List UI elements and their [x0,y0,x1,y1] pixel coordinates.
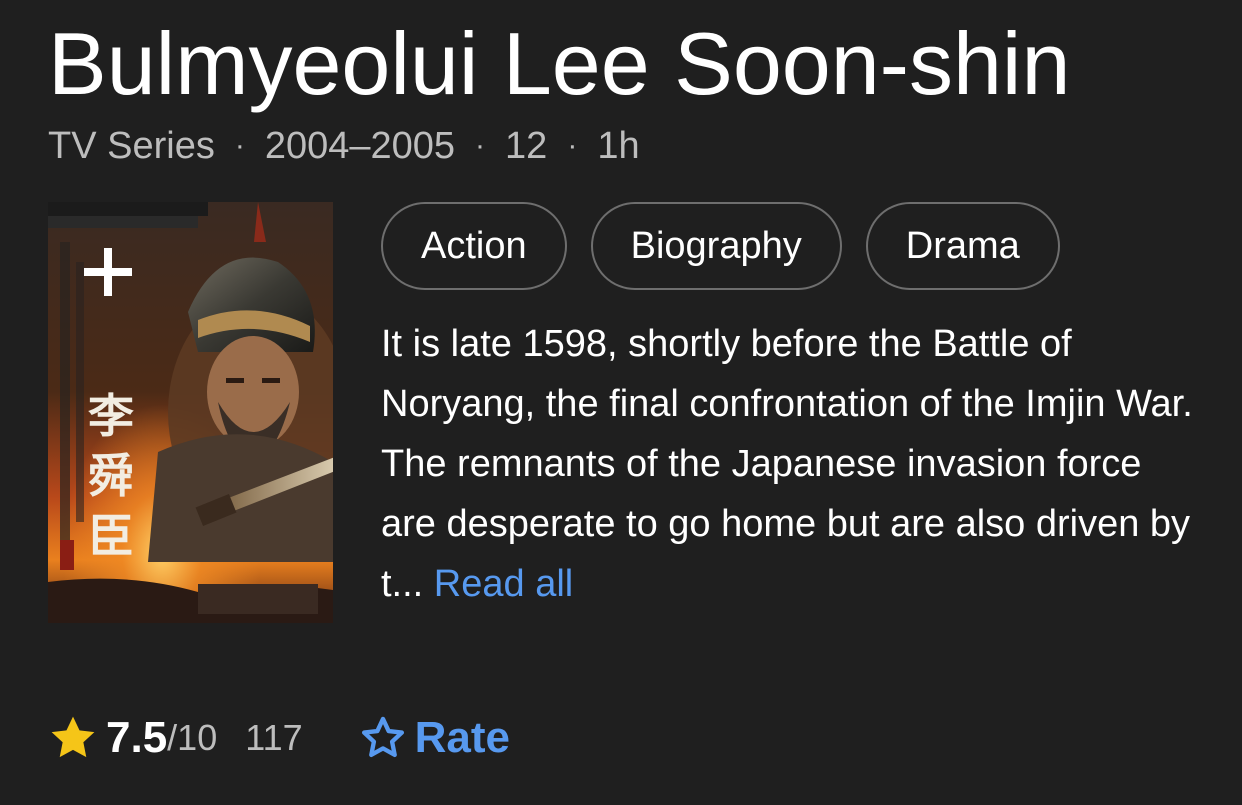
genre-chips: Action Biography Drama [381,202,1060,290]
meta-separator: · [234,129,245,162]
rating-row: 7.5 /10 117 Rate [46,706,510,770]
genre-chip-drama[interactable]: Drama [865,202,1060,290]
title-type: TV Series [48,125,215,167]
page-title: Bulmyeolui Lee Soon-shin [48,14,1071,113]
plus-icon [84,248,132,296]
add-to-watchlist-button[interactable] [78,242,138,302]
rate-button[interactable]: Rate [357,712,510,764]
rate-label: Rate [414,713,510,762]
star-outline-icon [361,716,404,758]
genre-chip-biography[interactable]: Biography [590,202,842,290]
svg-text:李: 李 [88,389,134,443]
title-runtime: 1h [597,125,640,167]
plot-summary: It is late 1598, shortly before the Batt… [381,314,1201,614]
star-icon [51,716,95,758]
svg-text:臣: 臣 [88,509,134,563]
read-all-link[interactable]: Read all [434,563,573,605]
svg-text:舜: 舜 [88,449,134,503]
rating-value: 7.5 [106,713,168,762]
genre-chip-action[interactable]: Action [381,202,567,290]
meta-separator: · [475,129,486,162]
title-certificate: 12 [505,125,548,167]
meta-separator: · [567,129,578,162]
rating-max: /10 [167,717,218,758]
title-metadata: TV Series · 2004–2005 · 12 · 1h [48,122,640,170]
rating-count: 117 [245,717,303,758]
title-years[interactable]: 2004–2005 [265,122,455,170]
title-page: Bulmyeolui Lee Soon-shin TV Series · 200… [0,0,1242,805]
